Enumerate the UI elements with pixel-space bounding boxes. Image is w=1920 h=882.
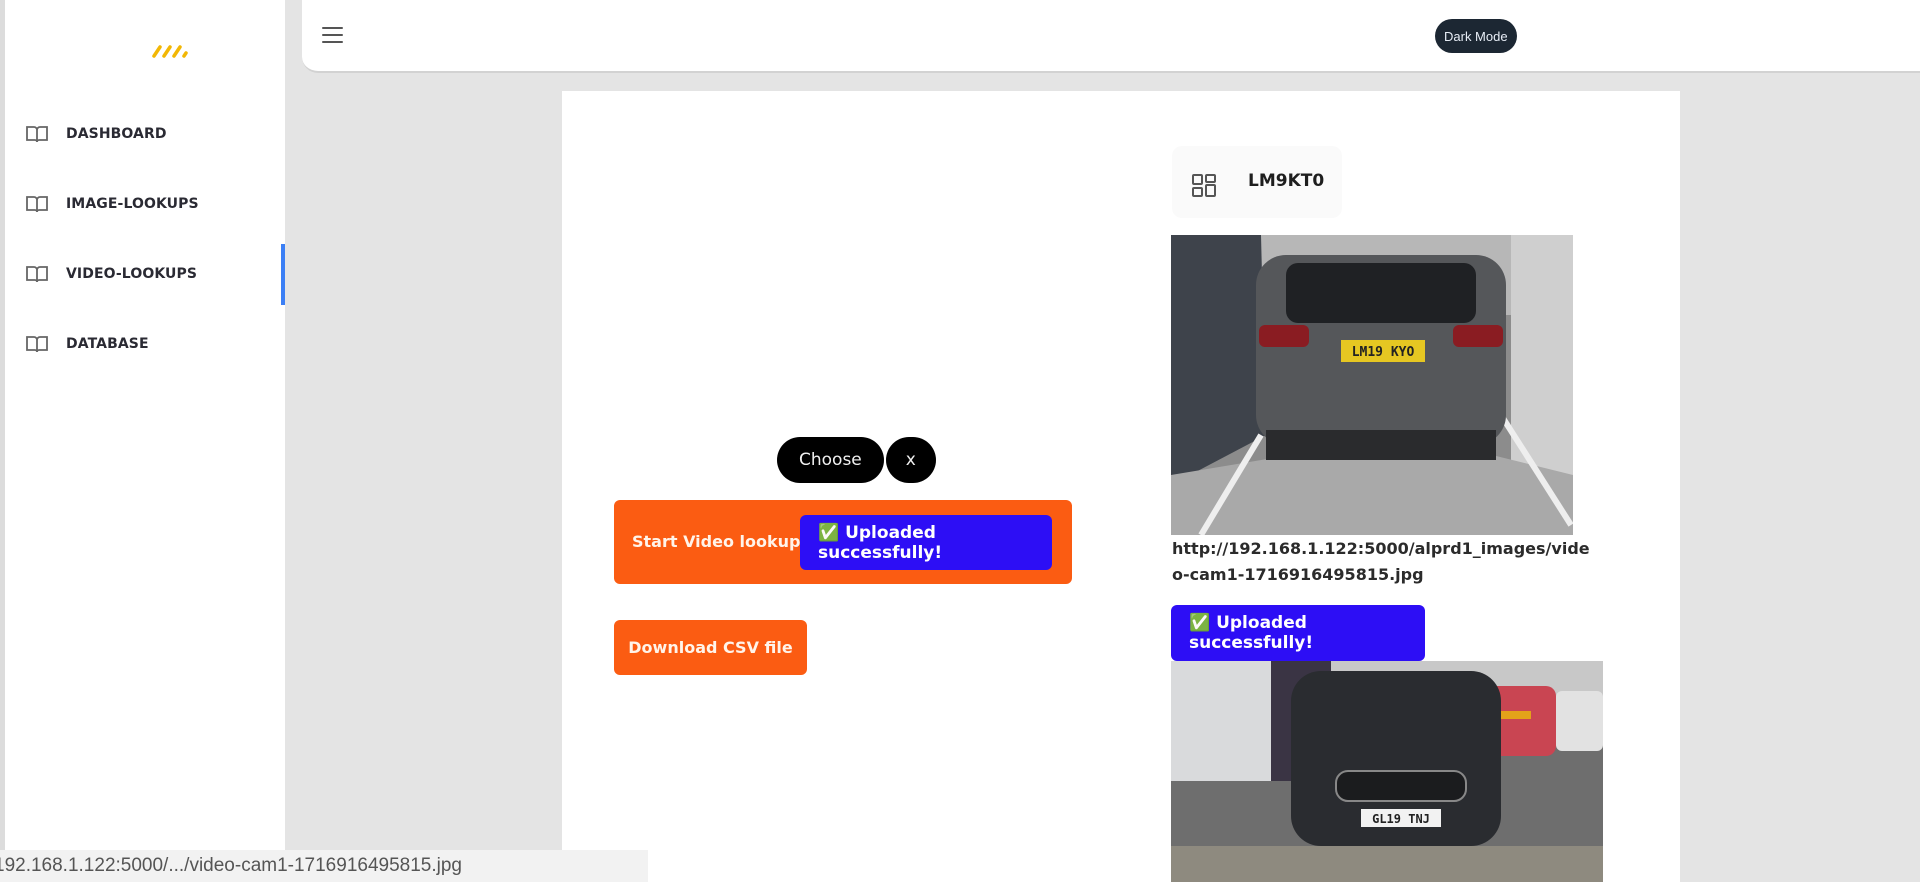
- sidebar-item-dashboard[interactable]: DASHBOARD: [5, 104, 285, 164]
- book-open-icon: [26, 266, 48, 283]
- status-bar-link-preview: 192.168.1.122:5000/.../video-cam1-171691…: [0, 850, 648, 882]
- plate-result-card: LM9KT0: [1172, 146, 1342, 218]
- book-open-icon: [26, 336, 48, 353]
- sidebar-item-label: IMAGE-LOOKUPS: [66, 196, 199, 212]
- sidebar-item-label: DATABASE: [66, 336, 149, 352]
- video-lookup-card: Choose x Start Video lookup ✅ Uploaded s…: [562, 91, 1680, 882]
- book-open-icon: [26, 126, 48, 143]
- sidebar-item-image-lookups[interactable]: IMAGE-LOOKUPS: [5, 174, 285, 234]
- sidebar: DASHBOARD IMAGE-LOOKUPS VIDEO-LOOKUPS DA…: [5, 0, 285, 882]
- start-video-lookup-button[interactable]: Start Video lookup ✅ Uploaded successful…: [614, 500, 1072, 584]
- hamburger-icon[interactable]: [322, 27, 343, 45]
- grid-icon: [1192, 174, 1216, 197]
- plate-number: LM9KT0: [1248, 171, 1325, 191]
- car-image-front: GL19 TNJ: [1171, 661, 1603, 882]
- clear-file-button[interactable]: x: [885, 437, 936, 483]
- file-chooser: Choose x: [777, 437, 936, 483]
- dark-mode-toggle[interactable]: Dark Mode: [1435, 19, 1517, 53]
- book-open-icon: [26, 196, 48, 213]
- link-preview-text: 192.168.1.122:5000/.../video-cam1-171691…: [0, 855, 462, 876]
- start-video-lookup-label: Start Video lookup: [632, 532, 801, 551]
- sidebar-item-video-lookups[interactable]: VIDEO-LOOKUPS: [5, 244, 285, 304]
- sidebar-item-label: VIDEO-LOOKUPS: [66, 266, 198, 282]
- download-csv-button[interactable]: Download CSV file: [614, 620, 807, 675]
- plate-text-image2: GL19 TNJ: [1372, 812, 1430, 826]
- topbar: Dark Mode: [302, 0, 1920, 73]
- upload-status-badge: ✅ Uploaded successfully!: [800, 515, 1052, 570]
- car-image-rear: LM19 KYO: [1171, 235, 1573, 535]
- sidebar-item-database[interactable]: DATABASE: [5, 314, 285, 374]
- logo-icon: [152, 45, 188, 58]
- image-upload-status-badge: ✅ Uploaded successfully!: [1171, 605, 1425, 661]
- image-url: http://192.168.1.122:5000/alprd1_images/…: [1172, 539, 1590, 584]
- sidebar-item-label: DASHBOARD: [66, 126, 167, 142]
- choose-file-button[interactable]: Choose: [777, 437, 884, 483]
- plate-text-image1: LM19 KYO: [1352, 345, 1415, 360]
- active-indicator: [281, 244, 285, 305]
